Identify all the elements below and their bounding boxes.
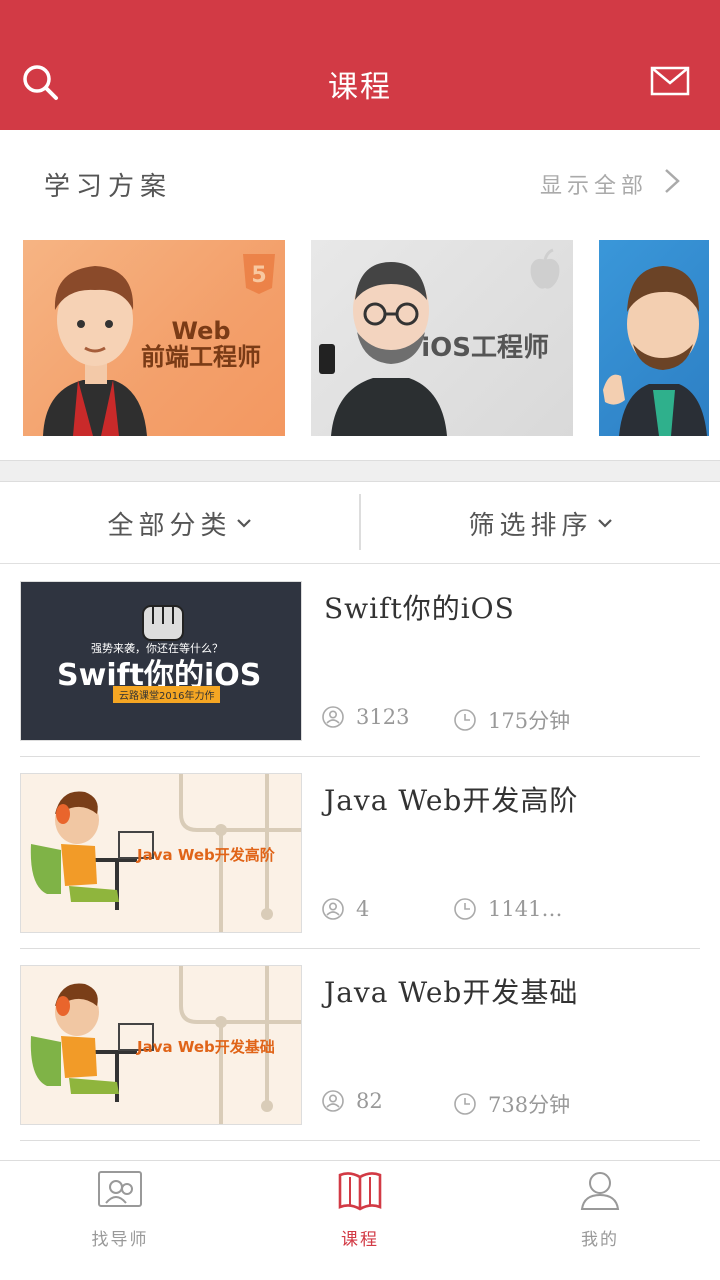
learning-plans-section: 学习方案 显示全部 5 Web 前端工程师 iOS工程师: [0, 130, 720, 460]
sort-filter-label: 筛选排序: [468, 510, 593, 541]
course-thumbnail: Java Web开发高阶: [20, 773, 302, 933]
course-thumbnail: Java Web开发基础: [20, 965, 302, 1125]
learner-count-value: 4: [356, 897, 370, 921]
course-item[interactable]: Java Web开发基础 Java Web开发基础 82 738分钟: [20, 949, 700, 1141]
tab-courses[interactable]: 课程: [240, 1161, 480, 1280]
category-filter-label: 全部分类: [107, 510, 232, 541]
course-title: Swift你的iOS: [324, 592, 515, 625]
course-duration-value: 738分钟: [488, 1093, 571, 1117]
html5-badge-icon: 5: [243, 254, 275, 294]
course-item[interactable]: Java Web开发高阶 Java Web开发高阶 4 1141…: [20, 757, 700, 949]
clock-icon: [454, 1093, 476, 1115]
apple-logo-icon: [530, 248, 560, 289]
mail-icon[interactable]: [650, 66, 690, 96]
course-duration: 738分钟: [454, 1089, 570, 1119]
tab-label: 课程: [341, 1230, 379, 1250]
bottom-tab-bar: 找导师 课程 我的: [0, 1160, 720, 1280]
thumb-title: Java Web开发高阶: [137, 846, 275, 864]
clock-icon: [454, 709, 476, 731]
course-duration: 1141…: [454, 897, 562, 921]
course-thumbnail: 强势来袭，你还在等什么？ Swift你的iOS 云路课堂2016年力作: [20, 581, 302, 741]
plan-card-ios[interactable]: iOS工程师: [311, 240, 573, 436]
course-item[interactable]: 强势来袭，你还在等什么？ Swift你的iOS 云路课堂2016年力作 Swif…: [20, 565, 700, 757]
user-icon: [322, 1090, 344, 1112]
learner-count-value: 3123: [356, 705, 410, 729]
page-title: 课程: [328, 70, 392, 105]
learner-count: 82: [322, 1089, 383, 1113]
sort-filter[interactable]: 筛选排序: [361, 482, 720, 564]
tab-label: 找导师: [91, 1230, 149, 1250]
svg-text:5: 5: [251, 263, 266, 288]
course-duration: 175分钟: [454, 705, 570, 735]
chevron-down-icon: [236, 519, 251, 528]
plan-card-label: iOS工程师: [421, 333, 549, 363]
course-duration-value: 1141…: [488, 897, 563, 921]
section-divider: [0, 460, 720, 482]
plan-card-partial[interactable]: [599, 240, 709, 436]
thumb-tag: 云路课堂2016年力作: [113, 686, 221, 703]
tab-mentor[interactable]: 找导师: [0, 1161, 240, 1280]
course-duration-value: 175分钟: [488, 709, 571, 733]
plan-label-line2: 前端工程师: [141, 343, 261, 372]
plan-card-label: Web 前端工程师: [141, 318, 261, 371]
filter-bar: 全部分类 筛选排序: [0, 482, 720, 564]
learner-count: 3123: [322, 705, 409, 729]
tab-me[interactable]: 我的: [480, 1161, 720, 1280]
clock-icon: [454, 898, 476, 920]
user-icon: [322, 706, 344, 728]
course-title: Java Web开发基础: [324, 976, 579, 1009]
chevron-down-icon: [597, 519, 612, 528]
plan-card-web-frontend[interactable]: 5 Web 前端工程师: [23, 240, 285, 436]
user-icon: [322, 898, 344, 920]
character-illustration: [603, 266, 707, 436]
user-icon: [580, 1172, 620, 1210]
learner-count: 4: [322, 897, 369, 921]
plan-label-line1: Web: [171, 317, 231, 345]
show-all-link[interactable]: 显示全部: [540, 168, 648, 200]
category-filter[interactable]: 全部分类: [0, 482, 359, 564]
tab-label: 我的: [581, 1230, 619, 1250]
chevron-right-icon[interactable]: [664, 168, 680, 194]
course-title: Java Web开发高阶: [324, 784, 579, 817]
top-bar: 课程: [0, 0, 720, 130]
mentor-icon: [98, 1171, 142, 1207]
book-icon: [338, 1172, 382, 1211]
learner-count-value: 82: [356, 1089, 383, 1113]
thumb-title: Java Web开发基础: [137, 1038, 275, 1056]
section-title: 学习方案: [44, 172, 173, 202]
